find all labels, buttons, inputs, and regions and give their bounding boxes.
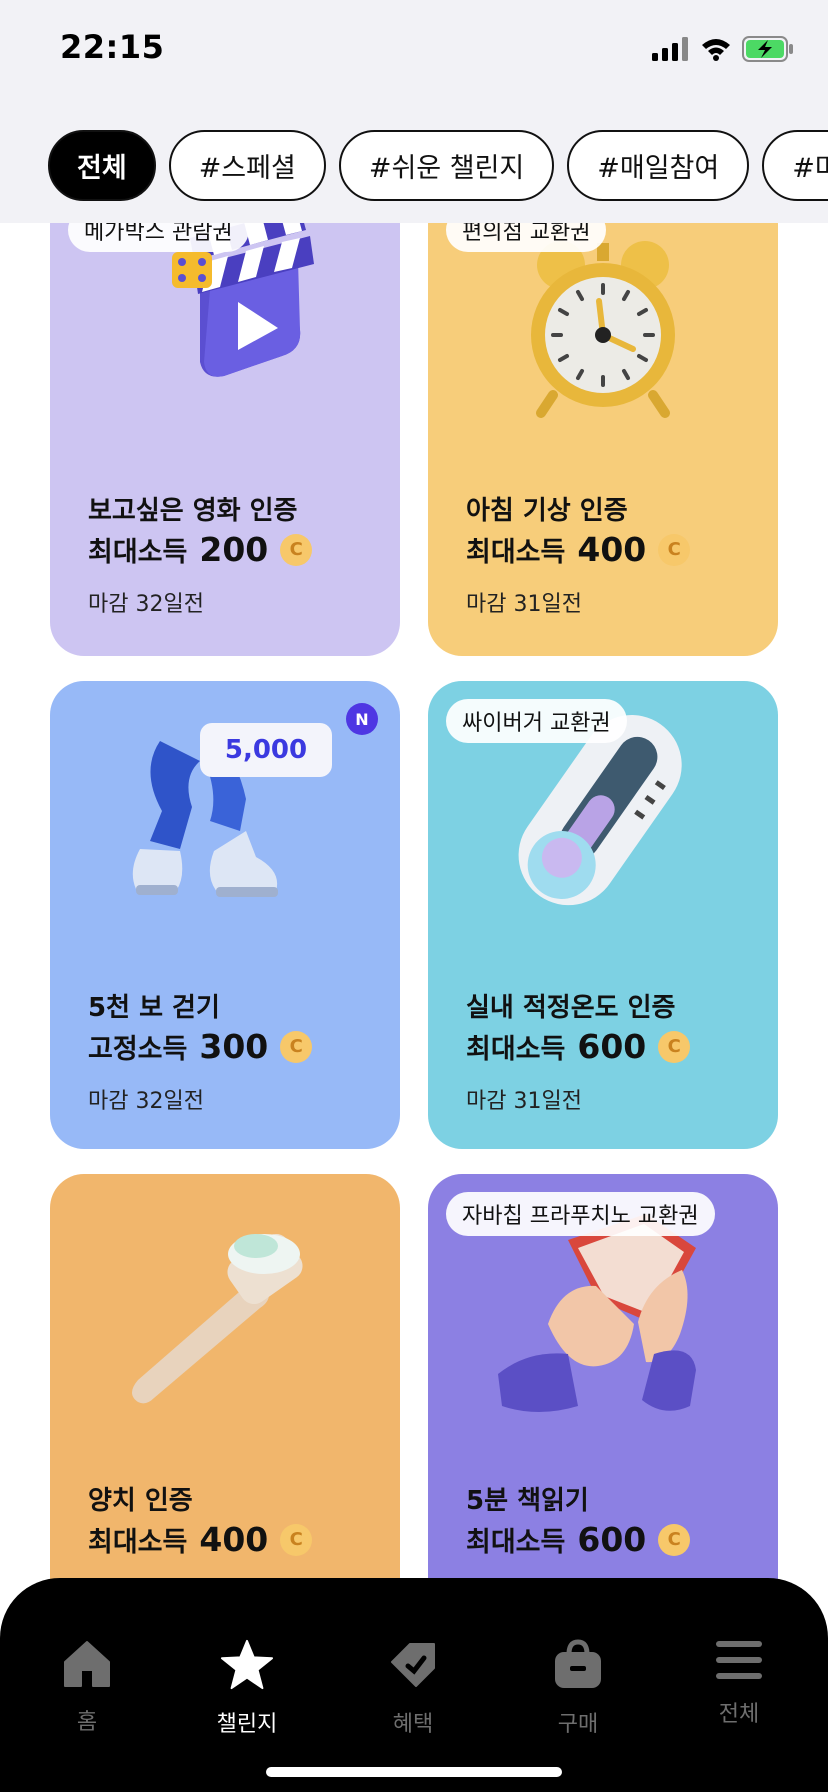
reward-row: 최대소득 400 C <box>466 530 691 569</box>
reward-label: 최대소득 <box>88 537 188 568</box>
nav-all[interactable]: 전체 <box>679 1578 799 1728</box>
status-bar: 22:15 <box>0 0 828 110</box>
reward-row: 최대소득 400 C <box>88 1520 313 1559</box>
challenge-card-reading[interactable]: 자바칩 프라푸치노 교환권 5분 책읽기 최대소득 600 C <box>428 1174 778 1642</box>
star-icon <box>220 1638 274 1692</box>
nav-label: 구매 <box>557 1712 599 1737</box>
reward-amount: 400 <box>199 1520 269 1559</box>
coin-icon: C <box>280 1030 313 1063</box>
wifi-icon <box>702 39 730 61</box>
reward-amount: 600 <box>577 1520 647 1559</box>
reward-amount: 300 <box>199 1027 269 1066</box>
reward-row: 최대소득 600 C <box>466 1520 691 1559</box>
reward-tag: 자바칩 프라푸치노 교환권 <box>446 1192 715 1236</box>
battery-charging-icon <box>742 36 793 62</box>
reward-row: 최대소득 200 C <box>88 530 313 569</box>
reward-amount: 400 <box>577 530 647 569</box>
reward-amount: 200 <box>199 530 269 569</box>
reward-label: 최대소득 <box>466 1034 566 1065</box>
reward-label: 최대소득 <box>466 537 566 568</box>
reward-label: 최대소득 <box>88 1527 188 1558</box>
status-time: 22:15 <box>60 28 165 66</box>
coin-icon: C <box>658 533 691 566</box>
coin-icon: C <box>658 1523 691 1556</box>
tag-icon <box>386 1638 440 1692</box>
challenge-card-temperature[interactable]: 싸이버거 교환권 실내 적정온도 인증 최대소득 600 C 마감 31일전 <box>428 681 778 1149</box>
challenge-title: 5천 보 걷기 <box>88 993 220 1023</box>
signal-icon <box>652 37 688 61</box>
nav-challenge[interactable]: 챌린지 <box>187 1578 307 1737</box>
nav-home[interactable]: 홈 <box>27 1578 147 1735</box>
challenge-card-wakeup[interactable]: 편의점 교환권 아침 기상 인증 최대소득 400 C 마감 31일전 <box>428 190 778 656</box>
deadline: 마감 31일전 <box>466 1089 582 1114</box>
challenge-grid: 메가박스 관람권 보고싶은 영화 인증 최대소득 200 C 마감 32일전 편… <box>0 0 828 1792</box>
challenge-title: 5분 책읽기 <box>466 1486 589 1516</box>
step-count-bubble: 5,000 <box>200 723 332 777</box>
bag-icon <box>551 1638 605 1692</box>
status-icons <box>652 34 794 64</box>
deadline: 마감 32일전 <box>88 592 204 617</box>
nav-benefits[interactable]: 혜택 <box>353 1578 473 1737</box>
chip-mind[interactable]: #마음 실 <box>762 130 828 201</box>
coin-icon: C <box>280 1523 313 1556</box>
challenge-card-walking[interactable]: 5,000 N 5천 보 걷기 고정소득 300 C 마감 32일전 <box>50 681 400 1149</box>
coin-icon: C <box>280 533 313 566</box>
challenge-title: 아침 기상 인증 <box>466 496 628 526</box>
challenge-title: 양치 인증 <box>88 1486 193 1516</box>
challenge-title: 보고싶은 영화 인증 <box>88 496 298 526</box>
reward-tag: 싸이버거 교환권 <box>446 699 627 743</box>
toothbrush-icon <box>132 1233 303 1404</box>
filter-chip-row: 전체 #스페셜 #쉬운 챌린지 #매일참여 #마음 실 <box>48 130 828 201</box>
chip-daily[interactable]: #매일참여 <box>567 130 750 201</box>
filter-chip-bar: 전체 #스페셜 #쉬운 챌린지 #매일참여 #마음 실 <box>0 110 828 223</box>
new-badge: N <box>346 703 378 735</box>
chip-special[interactable]: #스페셜 <box>168 130 326 201</box>
challenge-card-movie[interactable]: 메가박스 관람권 보고싶은 영화 인증 최대소득 200 C 마감 32일전 <box>50 190 400 656</box>
reward-row: 최대소득 600 C <box>466 1027 691 1066</box>
nav-label: 혜택 <box>392 1712 434 1737</box>
challenge-title: 실내 적정온도 인증 <box>466 993 676 1023</box>
nav-label: 홈 <box>76 1710 98 1735</box>
deadline: 마감 31일전 <box>466 592 582 617</box>
reward-label: 고정소득 <box>88 1034 188 1065</box>
nav-label: 전체 <box>718 1702 760 1727</box>
deadline: 마감 32일전 <box>88 1089 204 1114</box>
reward-row: 고정소득 300 C <box>88 1027 313 1066</box>
bottom-nav: 홈 챌린지 혜택 구매 전체 <box>0 1578 828 1792</box>
challenge-card-brushing[interactable]: 양치 인증 최대소득 400 C <box>50 1174 400 1642</box>
coin-icon: C <box>658 1030 691 1063</box>
home-icon <box>60 1638 114 1690</box>
chip-all[interactable]: 전체 <box>48 130 156 201</box>
chip-easy-challenge[interactable]: #쉬운 챌린지 <box>338 130 555 201</box>
nav-label: 챌린지 <box>216 1712 278 1737</box>
menu-icon <box>712 1638 766 1682</box>
home-indicator[interactable] <box>266 1767 562 1777</box>
nav-purchase[interactable]: 구매 <box>518 1578 638 1737</box>
reward-amount: 600 <box>577 1027 647 1066</box>
step-count: 5,000 <box>224 735 308 765</box>
reward-label: 최대소득 <box>466 1527 566 1558</box>
